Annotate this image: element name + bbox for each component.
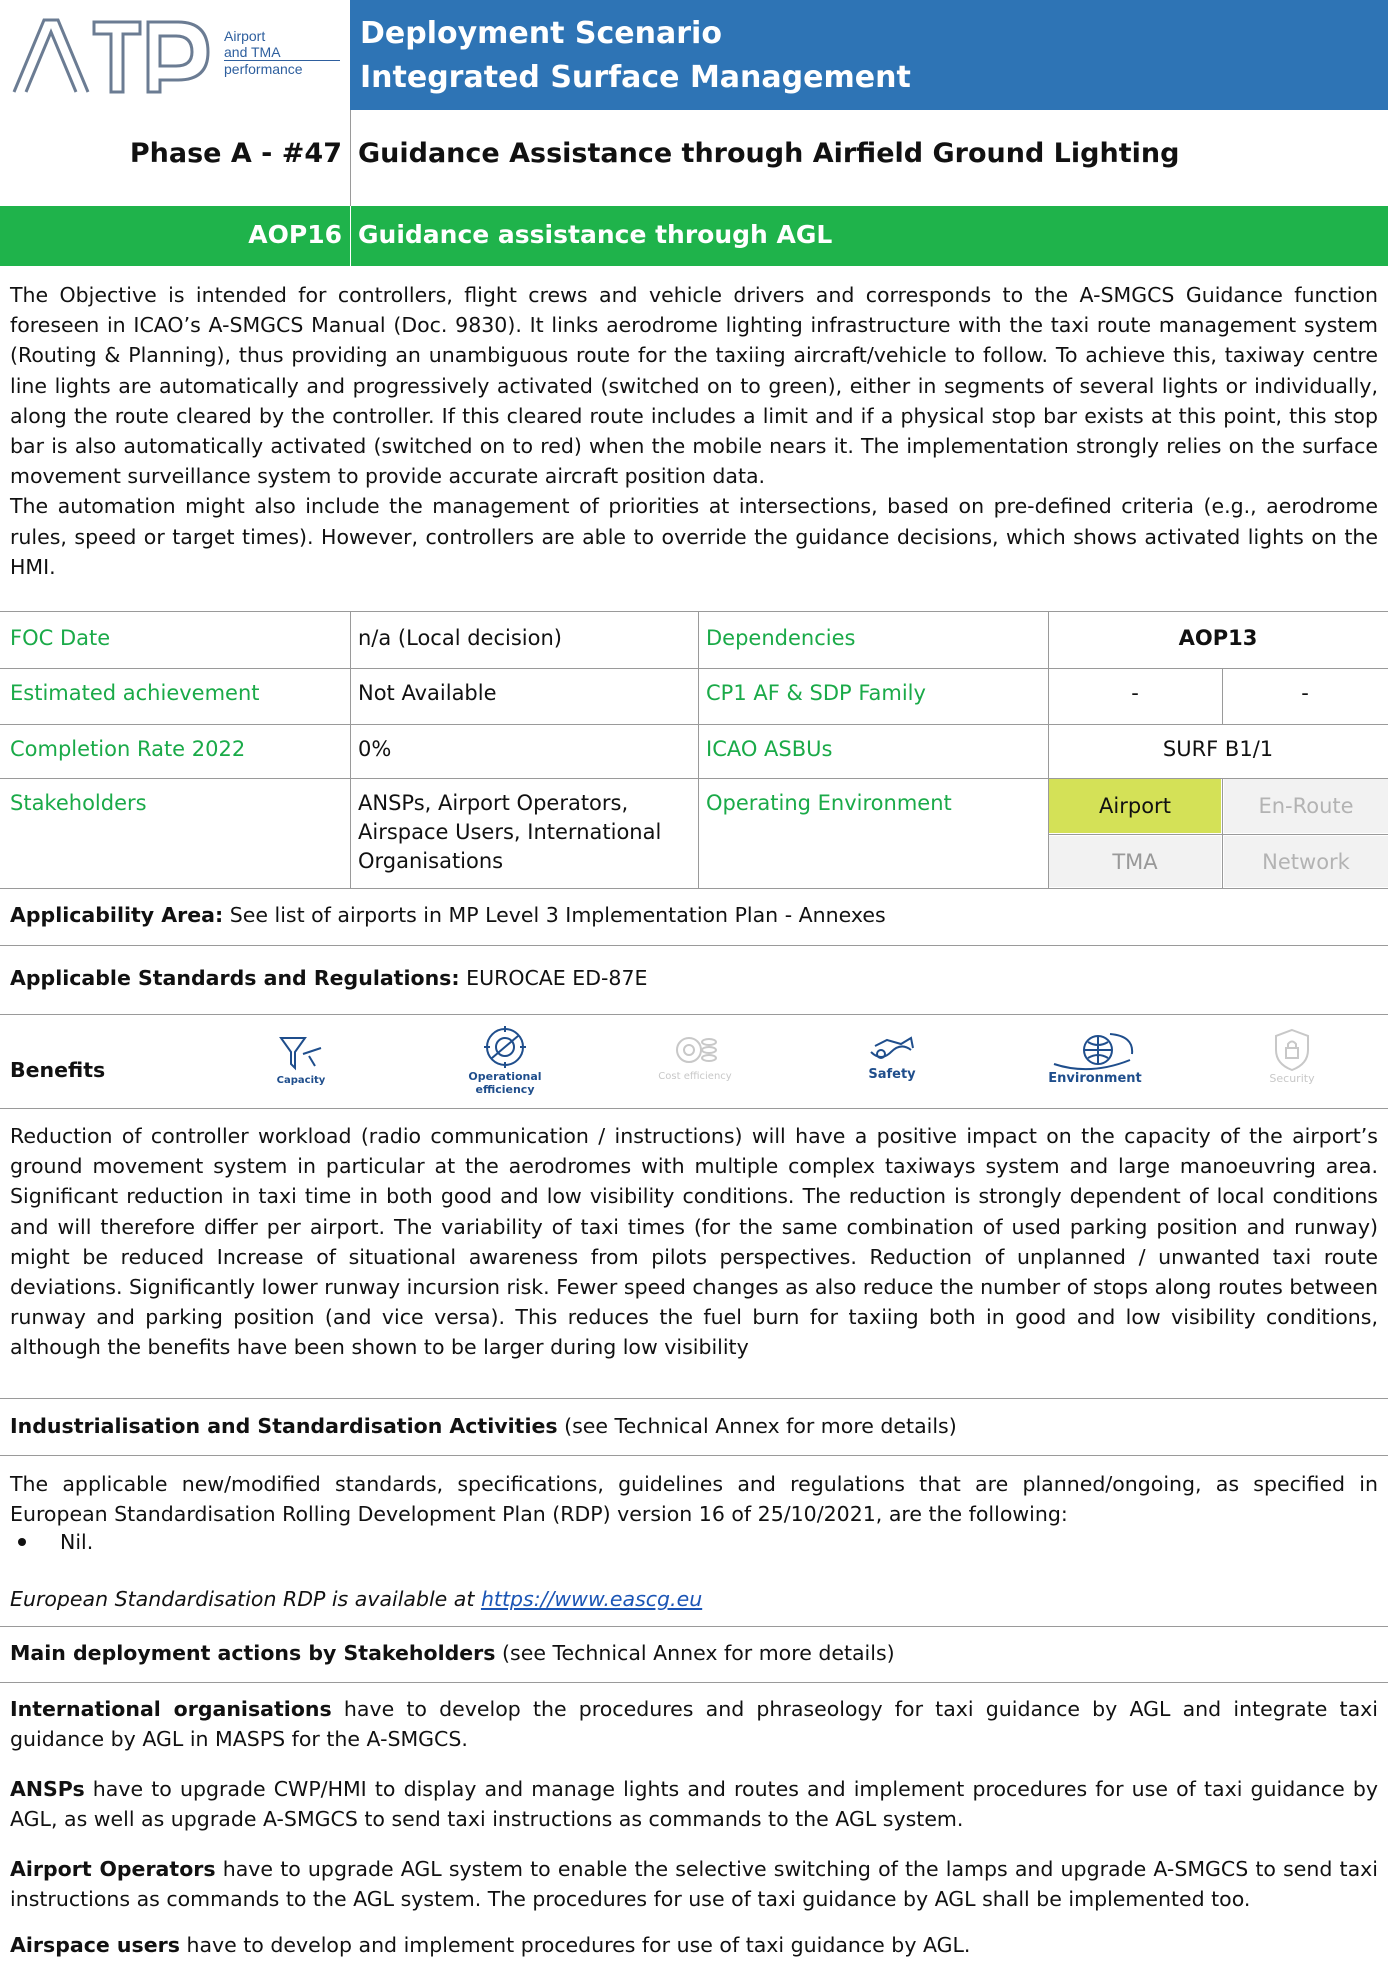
env-airport: Airport xyxy=(1049,779,1221,833)
bullet-dot xyxy=(18,1537,26,1546)
dependencies-value: AOP13 xyxy=(1178,626,1258,650)
phase-code: Phase A - #47 xyxy=(129,138,342,169)
applicable-standards: Applicable Standards and Regulations: EU… xyxy=(10,966,647,990)
actions-label: Main deployment actions by Stakeholders xyxy=(10,1641,496,1665)
benefits-text: Reduction of controller workload (radio … xyxy=(10,1124,1378,1360)
logo-line-1: Airport xyxy=(224,28,266,44)
foc-date-value: n/a (Local decision) xyxy=(358,626,562,650)
header-title-line-1: Deployment Scenario xyxy=(360,16,722,51)
standards-label: Applicable Standards and Regulations: xyxy=(10,966,460,990)
env-tma: TMA xyxy=(1049,836,1221,887)
standards-text: EUROCAE ED-87E xyxy=(466,966,648,990)
cost-efficiency-icon: Cost efficiency xyxy=(650,1030,740,1083)
rdp-availability: European Standardisation RDP is availabl… xyxy=(10,1587,702,1611)
logo-text: Airport and TMA performance xyxy=(224,28,340,77)
estimated-achievement-label: Estimated achievement xyxy=(10,681,260,705)
action-international-organisations: International organisations have to deve… xyxy=(10,1697,1378,1752)
bullet-text: Nil. xyxy=(60,1530,94,1554)
description: The Objective is intended for controller… xyxy=(10,280,1378,582)
completion-rate-label: Completion Rate 2022 xyxy=(10,737,246,761)
operating-environment-label: Operating Environment xyxy=(706,791,952,815)
action-ansps: ANSPs have to upgrade CWP/HMI to display… xyxy=(10,1777,1378,1832)
rdp-link[interactable]: https://www.eascg.eu xyxy=(481,1587,702,1611)
atp-logo-icon xyxy=(12,18,210,94)
header-banner: Deployment Scenario Integrated Surface M… xyxy=(350,0,1388,110)
actions-heading: Main deployment actions by Stakeholders … xyxy=(10,1641,895,1665)
objective-code: AOP16 xyxy=(248,220,342,249)
estimated-achievement-value: Not Available xyxy=(358,681,497,705)
action-airport-operators: Airport Operators have to upgrade AGL sy… xyxy=(10,1857,1378,1912)
logo-block: Airport and TMA performance xyxy=(0,0,350,110)
industrialisation-bullet: Nil. xyxy=(10,1530,93,1554)
completion-rate-value: 0% xyxy=(358,737,392,761)
industrialisation-text: The applicable new/modified standards, s… xyxy=(10,1472,1378,1527)
cp1-family-value-2: - xyxy=(1301,681,1309,705)
env-en-route: En-Route xyxy=(1224,779,1388,833)
security-icon: Security xyxy=(1252,1028,1332,1085)
safety-icon: Safety xyxy=(852,1032,932,1081)
objective-title: Guidance assistance through AGL xyxy=(358,220,833,249)
phase-title: Guidance Assistance through Airfield Gro… xyxy=(358,138,1180,169)
stakeholders-value: ANSPs, Airport Operators, Airspace Users… xyxy=(358,791,662,873)
action-airspace-users: Airspace users have to develop and imple… xyxy=(10,1933,971,1957)
foc-date-label: FOC Date xyxy=(10,626,111,650)
applicability-text: See list of airports in MP Level 3 Imple… xyxy=(229,903,886,927)
logo-line-3: performance xyxy=(224,60,340,77)
environment-icon: Environment xyxy=(1040,1030,1150,1085)
operational-efficiency-icon: Operational efficiency xyxy=(460,1024,550,1096)
industrialisation-heading: Industrialisation and Standardisation Ac… xyxy=(10,1414,957,1438)
description-p1: The Objective is intended for controller… xyxy=(10,283,1378,489)
applicability-label: Applicability Area: xyxy=(10,903,224,927)
capacity-icon: Capacity xyxy=(266,1034,336,1087)
benefits-label: Benefits xyxy=(10,1058,106,1082)
env-network: Network xyxy=(1224,836,1388,887)
description-p2: The automation might also include the ma… xyxy=(10,494,1378,579)
cp1-family-value-1: - xyxy=(1131,681,1139,705)
icao-asbus-label: ICAO ASBUs xyxy=(706,737,833,761)
logo-line-2: and TMA xyxy=(224,44,281,60)
stakeholders-label: Stakeholders xyxy=(10,791,147,815)
industrialisation-label: Industrialisation and Standardisation Ac… xyxy=(10,1414,558,1438)
industrialisation-note: (see Technical Annex for more details) xyxy=(564,1414,957,1438)
actions-note: (see Technical Annex for more details) xyxy=(502,1641,895,1665)
cp1-family-label: CP1 AF & SDP Family xyxy=(706,681,926,705)
applicability-area: Applicability Area: See list of airports… xyxy=(10,903,886,927)
icao-asbus-value: SURF B1/1 xyxy=(1162,737,1274,761)
rdp-text: European Standardisation RDP is availabl… xyxy=(10,1587,475,1611)
objective-bar: AOP16 Guidance assistance through AGL xyxy=(0,206,1388,266)
header-title-line-2: Integrated Surface Management xyxy=(360,60,911,95)
dependencies-label: Dependencies xyxy=(706,626,856,650)
